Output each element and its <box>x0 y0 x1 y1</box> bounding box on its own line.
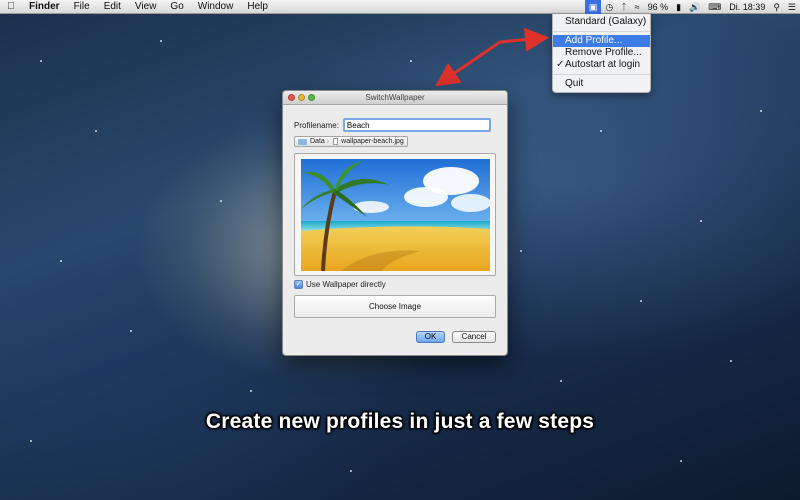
path-control[interactable]: Data › wallpaper-beach.jpg <box>294 136 408 147</box>
cancel-button[interactable]: Cancel <box>452 331 496 343</box>
path-chevron-icon: › <box>326 138 330 145</box>
time-machine-icon[interactable]: ◷ <box>601 0 617 14</box>
menu-edit[interactable]: Edit <box>97 0 128 14</box>
apple-icon[interactable]:  <box>0 1 22 12</box>
switchwallpaper-menu-icon[interactable]: ▣ <box>584 0 602 14</box>
menu-item-autostart[interactable]: ✓ Autostart at login <box>553 59 650 71</box>
menu-item-add-profile[interactable]: Add Profile... <box>553 35 650 47</box>
zoom-button-icon[interactable] <box>308 94 315 101</box>
menu-item-autostart-label: Autostart at login <box>565 59 641 70</box>
checkmark-icon: ✓ <box>556 59 565 70</box>
menu-clock[interactable]: Di. 18:39 <box>725 0 769 14</box>
arrow-to-window <box>435 40 501 87</box>
use-wallpaper-checkbox[interactable]: ✓ <box>294 280 303 289</box>
folder-icon <box>298 138 307 145</box>
profile-row: Profilename: <box>294 118 491 132</box>
promo-caption: Create new profiles in just a few steps <box>205 410 595 433</box>
beach-preview-image <box>301 159 490 271</box>
wifi-icon[interactable]: ≈ <box>631 0 644 14</box>
volume-icon[interactable]: 🔊 <box>685 0 704 14</box>
arrow-to-menu <box>499 27 549 52</box>
menu-separator <box>553 31 650 32</box>
window-title: SwitchWallpaper <box>365 93 425 102</box>
profilename-input[interactable] <box>342 118 491 132</box>
path-folder[interactable]: Data <box>310 138 325 145</box>
notification-center-icon[interactable]: ☰ <box>784 0 800 14</box>
status-dropdown-menu: Standard (Galaxy) Add Profile... Remove … <box>552 14 651 93</box>
menu-item-standard-galaxy[interactable]: Standard (Galaxy) <box>553 16 650 28</box>
bluetooth-icon[interactable]: ᛏ <box>617 0 630 14</box>
battery-icon[interactable]: ▮ <box>672 0 685 14</box>
window-titlebar[interactable]: SwitchWallpaper <box>283 91 507 105</box>
window-controls <box>288 94 315 101</box>
menu-help[interactable]: Help <box>240 0 275 14</box>
keyboard-viewer-icon[interactable]: ⌨ <box>704 0 725 14</box>
path-file[interactable]: wallpaper-beach.jpg <box>341 138 404 145</box>
use-wallpaper-row[interactable]: ✓ Use Wallpaper directly <box>294 280 386 289</box>
choose-image-button[interactable]: Choose Image <box>294 295 496 318</box>
spotlight-search-icon[interactable]: ⚲ <box>769 0 784 14</box>
profilename-label: Profilename: <box>294 120 339 130</box>
battery-percent[interactable]: 96 % <box>644 0 673 14</box>
status-area: ▣ ◷ ᛏ ≈ 96 % ▮ 🔊 ⌨ Di. 18:39 ⚲ ☰ <box>584 0 800 14</box>
ok-button[interactable]: OK <box>416 331 445 343</box>
menu-file[interactable]: File <box>67 0 97 14</box>
menu-go[interactable]: Go <box>163 0 190 14</box>
menu-bar:  Finder File Edit View Go Window Help ▣… <box>0 0 800 14</box>
menu-window[interactable]: Window <box>191 0 241 14</box>
menu-finder[interactable]: Finder <box>22 0 67 14</box>
menu-separator <box>553 74 650 75</box>
menu-view[interactable]: View <box>128 0 164 14</box>
close-button-icon[interactable] <box>288 94 295 101</box>
menu-item-quit[interactable]: Quit <box>553 78 650 90</box>
use-wallpaper-label[interactable]: Use Wallpaper directly <box>306 280 386 289</box>
minimize-button-icon[interactable] <box>298 94 305 101</box>
menu-item-remove-profile[interactable]: Remove Profile... <box>553 47 650 59</box>
file-icon <box>333 138 339 145</box>
switchwallpaper-window: SwitchWallpaper Profilename: Data › wall… <box>282 90 508 356</box>
image-preview-well[interactable] <box>294 153 496 276</box>
